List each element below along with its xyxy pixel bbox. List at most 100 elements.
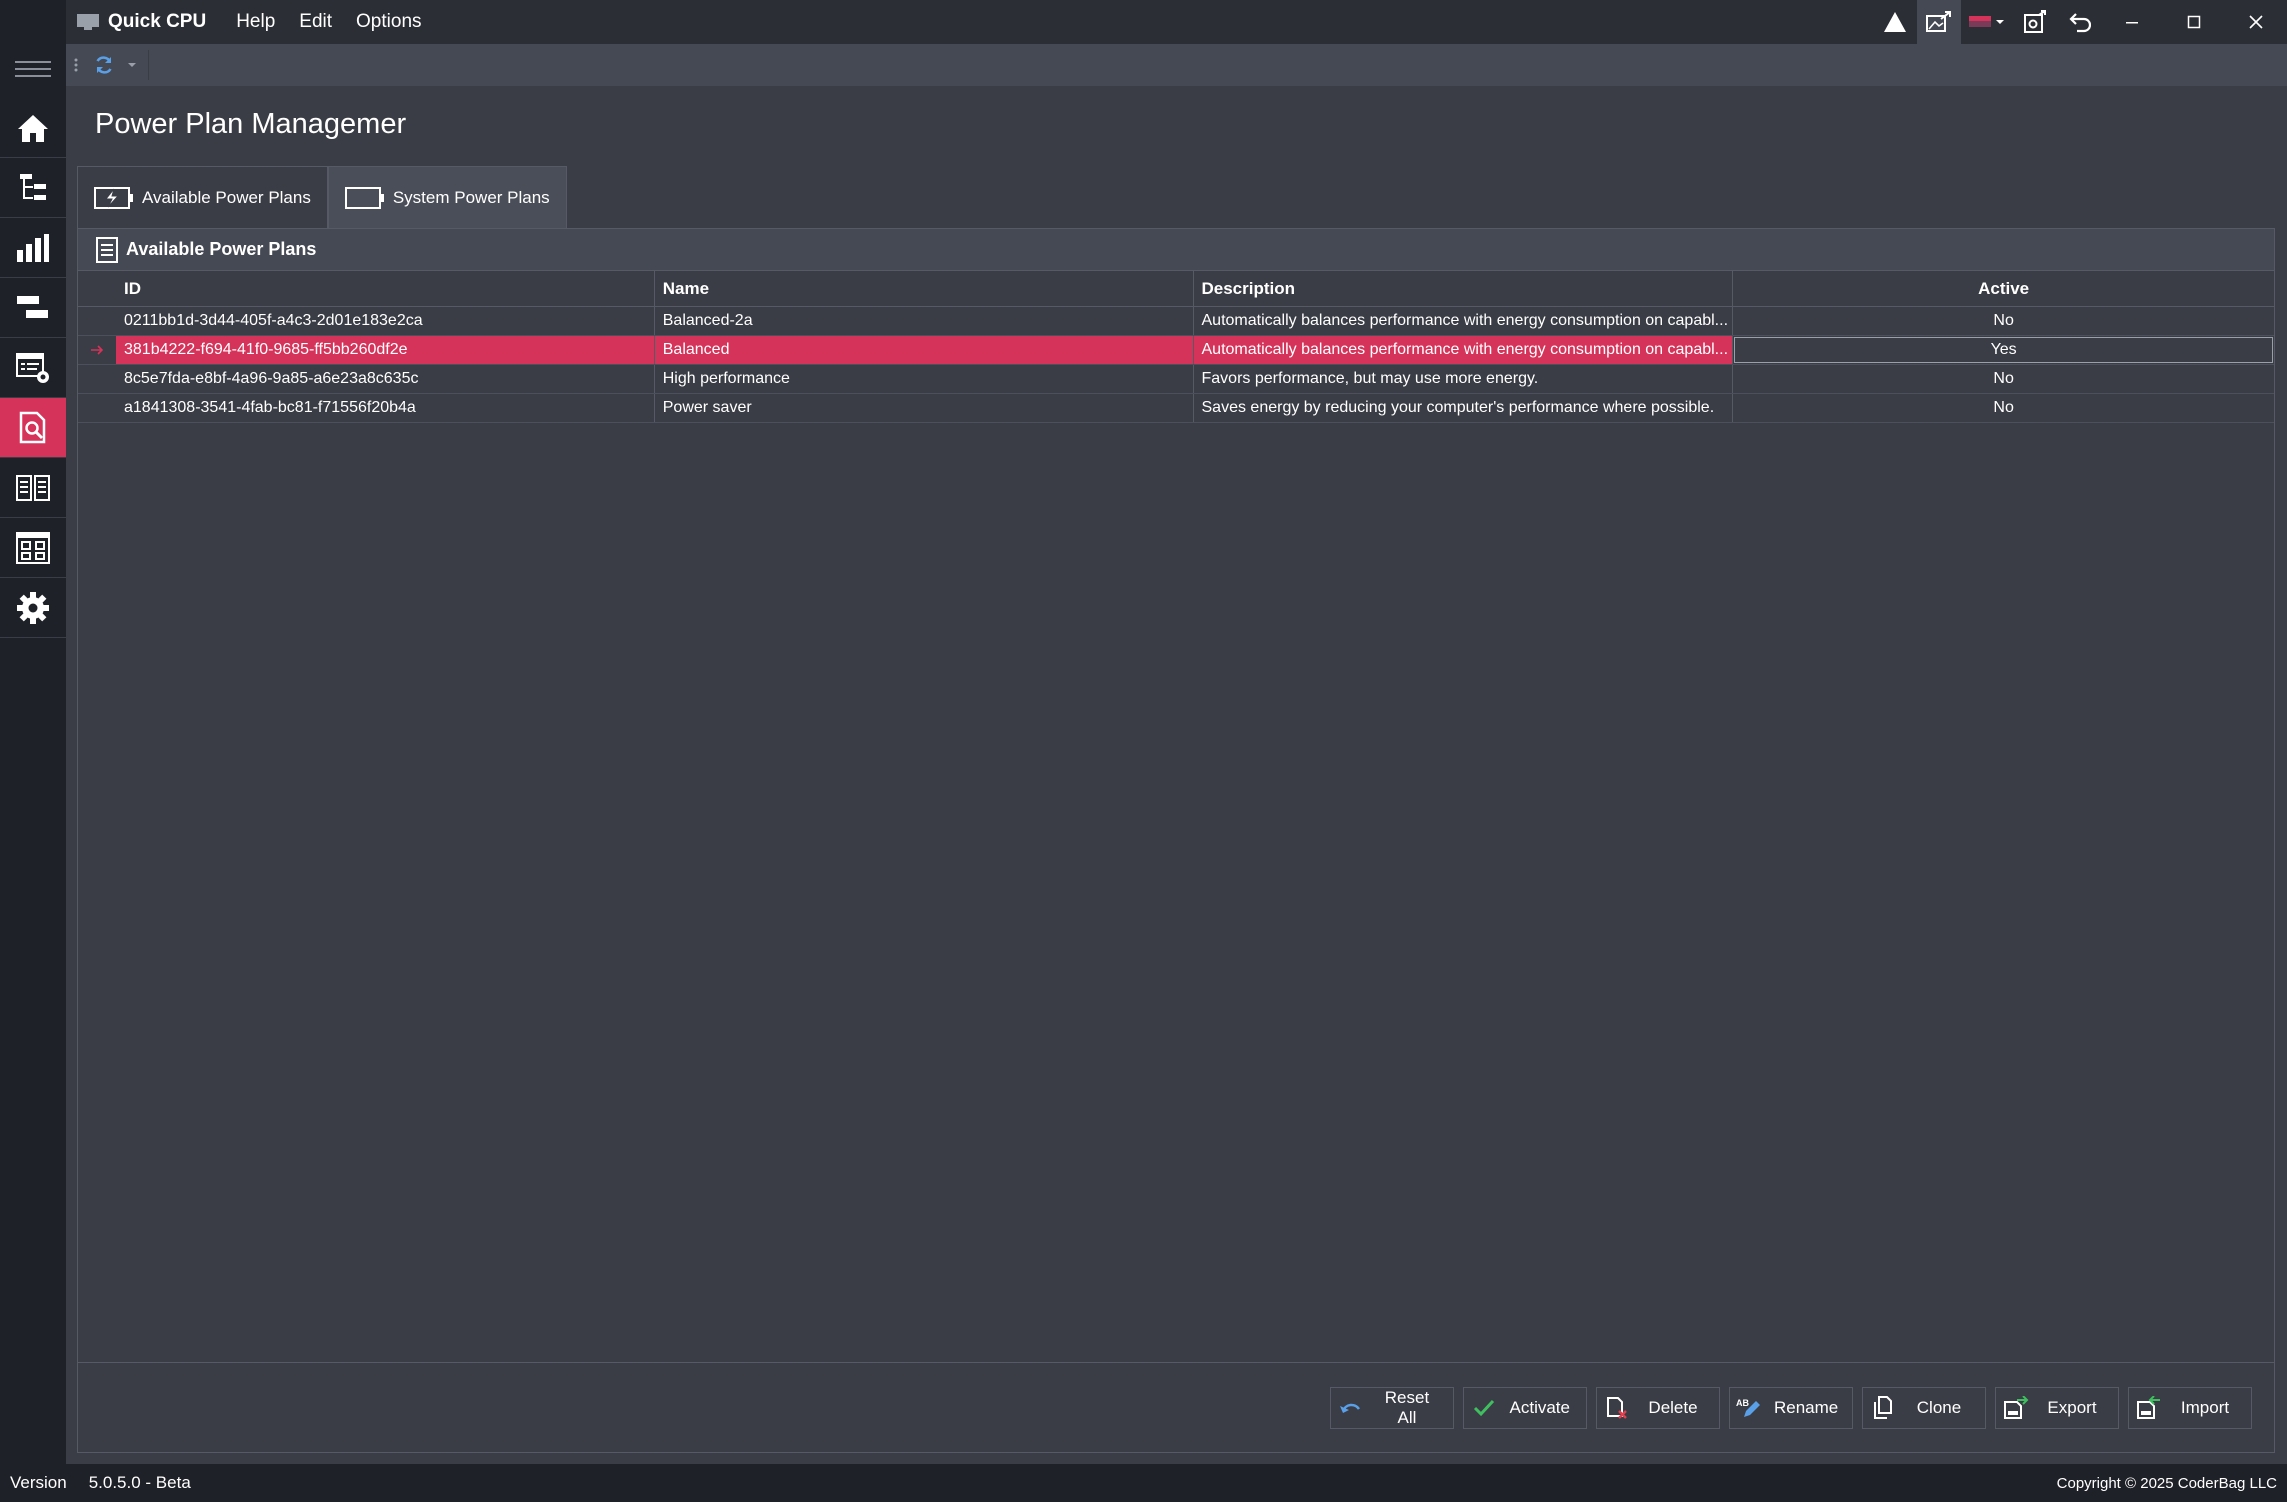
cell-name[interactable]: High performance bbox=[655, 365, 1194, 393]
table-settings-icon bbox=[16, 352, 49, 383]
status-bar: Version 5.0.5.0 - Beta Copyright © 2025 … bbox=[0, 1464, 2287, 1502]
monitor-icon bbox=[77, 14, 99, 30]
cell-id[interactable]: 8c5e7fda-e8bf-4a96-9a85-a6e23a8c635c bbox=[116, 365, 655, 393]
close-icon bbox=[2249, 15, 2263, 29]
chevron-down-icon bbox=[128, 63, 136, 67]
sidebar-item-power-plans[interactable] bbox=[0, 398, 66, 458]
power-plans-grid: ID Name Description Active 0211bb1d-3d44… bbox=[78, 271, 2274, 423]
close-button[interactable] bbox=[2225, 0, 2287, 44]
menu-options[interactable]: Options bbox=[344, 0, 433, 44]
menu-edit[interactable]: Edit bbox=[287, 0, 344, 44]
sidebar-item-tree[interactable] bbox=[0, 158, 66, 218]
copyright-text: Copyright © 2025 CoderBag LLC bbox=[2056, 1474, 2277, 1492]
capture-settings-button[interactable] bbox=[2013, 0, 2057, 44]
reset-icon bbox=[1340, 1403, 1361, 1413]
sidebar-item-home[interactable] bbox=[0, 98, 66, 158]
tab-label: Available Power Plans bbox=[142, 187, 311, 207]
table-row[interactable]: 8c5e7fda-e8bf-4a96-9a85-a6e23a8c635c Hig… bbox=[78, 365, 2274, 394]
rename-button[interactable]: AB Rename bbox=[1729, 1387, 1853, 1429]
sidebar-item-statistics[interactable] bbox=[0, 218, 66, 278]
sidebar-item-settings[interactable] bbox=[0, 578, 66, 638]
version-value: 5.0.5.0 - Beta bbox=[88, 1473, 191, 1492]
action-bar: Reset All Activate Delete AB Rename Clon… bbox=[78, 1362, 2274, 1452]
toolbar-grip[interactable] bbox=[66, 57, 86, 73]
triangle-icon bbox=[1884, 12, 1906, 32]
cell-name[interactable]: Balanced bbox=[654, 336, 1194, 364]
sidebar-item-compare[interactable] bbox=[0, 458, 66, 518]
panel-header: Available Power Plans bbox=[78, 229, 2274, 271]
title-bar: Quick CPU Help Edit Options bbox=[66, 0, 2287, 44]
maximize-icon bbox=[2187, 15, 2201, 29]
tab-bar: Available Power Plans System Power Plans bbox=[77, 166, 567, 228]
refresh-dropdown-button[interactable] bbox=[122, 62, 142, 68]
panel-title: Available Power Plans bbox=[126, 239, 317, 259]
document-search-icon bbox=[19, 411, 46, 443]
app-name: Quick CPU bbox=[108, 11, 207, 32]
gear-icon bbox=[17, 591, 49, 624]
cell-active[interactable]: No bbox=[1733, 365, 2274, 393]
document-list-icon bbox=[96, 236, 118, 263]
sidebar-item-dashboard[interactable] bbox=[0, 518, 66, 578]
sidebar-item-processes[interactable] bbox=[0, 278, 66, 338]
table-row[interactable]: 0211bb1d-3d44-405f-a4c3-2d01e183e2ca Bal… bbox=[78, 307, 2274, 336]
refresh-icon bbox=[96, 56, 112, 74]
grip-dots-icon bbox=[74, 58, 78, 72]
cell-name[interactable]: Power saver bbox=[655, 394, 1194, 422]
tab-system-power-plans[interactable]: System Power Plans bbox=[327, 166, 567, 228]
power-plans-panel: Available Power Plans ID Name Descriptio… bbox=[77, 228, 2275, 1453]
color-scheme-dropdown[interactable] bbox=[1961, 0, 2013, 44]
export-icon bbox=[2004, 1396, 2029, 1419]
row-indicator bbox=[78, 365, 116, 393]
dashboard-grid-icon bbox=[16, 531, 50, 564]
arrow-right-icon bbox=[91, 345, 104, 355]
svg-text:AB: AB bbox=[1736, 1398, 1749, 1408]
screenshot-button[interactable] bbox=[1917, 0, 1961, 44]
cell-description[interactable]: Favors performance, but may use more ene… bbox=[1194, 365, 1734, 393]
minimize-icon bbox=[2126, 22, 2138, 24]
row-indicator bbox=[78, 307, 116, 335]
tab-available-power-plans[interactable]: Available Power Plans bbox=[77, 166, 328, 228]
clone-button[interactable]: Clone bbox=[1862, 1387, 1986, 1429]
color-swatch-icon bbox=[1969, 16, 2004, 27]
cell-active[interactable]: Yes bbox=[1733, 336, 2274, 364]
cell-description[interactable]: Automatically balances performance with … bbox=[1194, 307, 1734, 335]
activate-button[interactable]: Activate bbox=[1463, 1387, 1587, 1429]
undo-button[interactable] bbox=[2057, 0, 2101, 44]
column-header-active[interactable]: Active bbox=[1733, 271, 2274, 306]
copy-icon bbox=[1874, 1396, 1892, 1419]
cell-active[interactable]: No bbox=[1733, 307, 2274, 335]
cell-id[interactable]: 0211bb1d-3d44-405f-a4c3-2d01e183e2ca bbox=[116, 307, 655, 335]
refresh-button[interactable] bbox=[86, 47, 122, 83]
battery-charging-icon bbox=[94, 186, 133, 209]
cell-description[interactable]: Saves energy by reducing your computer's… bbox=[1194, 394, 1734, 422]
delete-button[interactable]: Delete bbox=[1596, 1387, 1720, 1429]
cell-active[interactable]: No bbox=[1733, 394, 2274, 422]
tab-label: System Power Plans bbox=[392, 187, 550, 207]
table-row-selected[interactable]: 381b4222-f694-41f0-9685-ff5bb260df2e Bal… bbox=[78, 336, 2274, 365]
hamburger-menu-button[interactable] bbox=[0, 44, 66, 94]
cell-id[interactable]: 381b4222-f694-41f0-9685-ff5bb260df2e bbox=[116, 336, 655, 364]
sidebar bbox=[0, 0, 66, 1464]
export-button[interactable]: Export bbox=[1995, 1387, 2119, 1429]
column-header-id[interactable]: ID bbox=[116, 271, 655, 306]
book-columns-icon bbox=[16, 474, 50, 501]
import-button[interactable]: Import bbox=[2128, 1387, 2252, 1429]
menu-help[interactable]: Help bbox=[224, 0, 287, 44]
gantt-icon bbox=[17, 295, 48, 318]
column-header-description[interactable]: Description bbox=[1194, 271, 1734, 306]
battery-icon bbox=[344, 186, 384, 209]
cell-id[interactable]: a1841308-3541-4fab-bc81-f71556f20b4a bbox=[116, 394, 655, 422]
page-title: Power Plan Managemer bbox=[95, 108, 407, 140]
sidebar-item-table-settings[interactable] bbox=[0, 338, 66, 398]
theme-button[interactable] bbox=[1873, 0, 1917, 44]
tree-structure-icon bbox=[20, 173, 46, 200]
grid-header-row: ID Name Description Active bbox=[78, 271, 2274, 307]
cell-name[interactable]: Balanced-2a bbox=[655, 307, 1194, 335]
cell-description[interactable]: Automatically balances performance with … bbox=[1193, 336, 1734, 364]
import-icon bbox=[2137, 1396, 2160, 1419]
column-header-name[interactable]: Name bbox=[655, 271, 1194, 306]
reset-all-button[interactable]: Reset All bbox=[1330, 1387, 1454, 1429]
table-row[interactable]: a1841308-3541-4fab-bc81-f71556f20b4a Pow… bbox=[78, 394, 2274, 423]
minimize-button[interactable] bbox=[2101, 0, 2163, 44]
maximize-button[interactable] bbox=[2163, 0, 2225, 44]
